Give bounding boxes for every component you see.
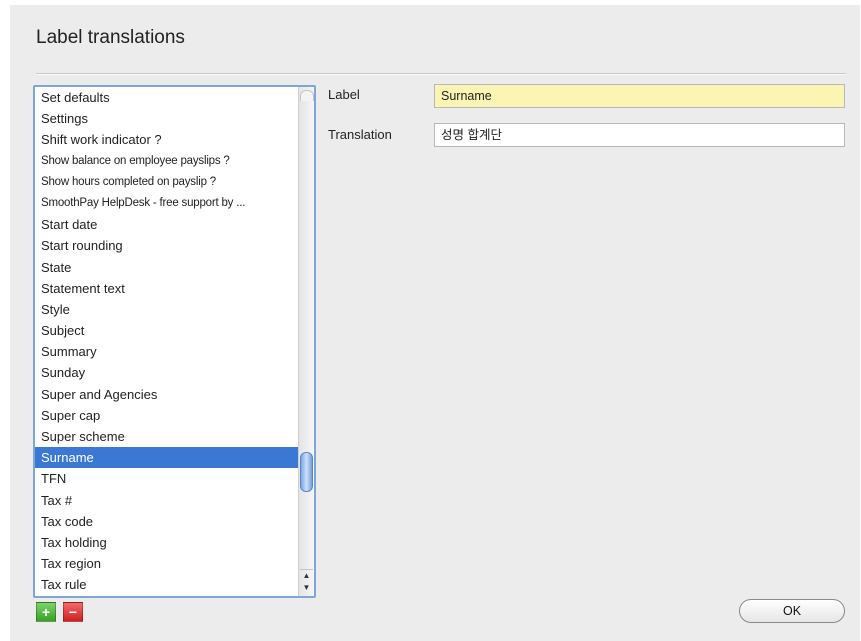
add-button[interactable]: + [36,602,56,622]
list-item[interactable]: Settings [35,108,299,129]
list-item[interactable]: Shift work indicator ? [35,129,299,150]
list-item[interactable]: Super cap [35,405,299,426]
label-caption: Label [328,87,360,102]
scrollbar-thumb[interactable] [300,452,313,492]
list-item[interactable]: Set defaults [35,87,299,108]
label-list[interactable]: Set defaults Settings Shift work indicator… [33,85,316,598]
remove-button[interactable]: − [63,602,83,622]
translation-caption: Translation [328,127,392,142]
list-item[interactable]: Tax # [35,490,299,511]
list-item[interactable]: Sunday [35,362,299,383]
list-item[interactable]: Tax holding [35,532,299,553]
title-divider [36,73,846,75]
list-item[interactable]: Style [35,299,299,320]
list-item[interactable]: Subject [35,320,299,341]
list-item[interactable]: Super and Agencies [35,384,299,405]
translation-field[interactable]: 성명 합계단 [434,123,845,147]
label-translations-dialog: Label translations Set defaults Settings S… [10,5,860,641]
list-scrollbar[interactable]: ▲ ▼ [298,87,314,596]
ok-button[interactable]: OK [739,599,845,623]
dialog-title: Label translations [36,27,185,48]
label-list-items: Set defaults Settings Shift work indicator… [35,87,299,596]
list-item[interactable]: Start rounding [35,235,299,256]
list-item[interactable]: SmoothPay HelpDesk - free support by ... [35,193,299,214]
list-item[interactable]: Tax code [35,511,299,532]
list-item[interactable]: Summary [35,341,299,362]
scroll-up-arrow-icon[interactable]: ▲ [300,569,313,582]
scroll-down-arrow-icon[interactable]: ▼ [300,582,313,594]
list-item[interactable]: Show balance on employee payslips ? [35,151,299,172]
list-item[interactable]: Tax region [35,553,299,574]
scrollbar-track-top [300,90,314,101]
list-item[interactable]: Start date [35,214,299,235]
list-item[interactable]: Super scheme [35,426,299,447]
list-item[interactable]: Statement text [35,278,299,299]
list-item[interactable]: State [35,257,299,278]
list-item[interactable]: TFN [35,468,299,489]
list-item[interactable]: Tax rule [35,574,299,595]
list-item[interactable]: Surname [35,447,299,469]
list-item[interactable]: Show hours completed on payslip ? [35,172,299,193]
label-field: Surname [434,84,845,108]
